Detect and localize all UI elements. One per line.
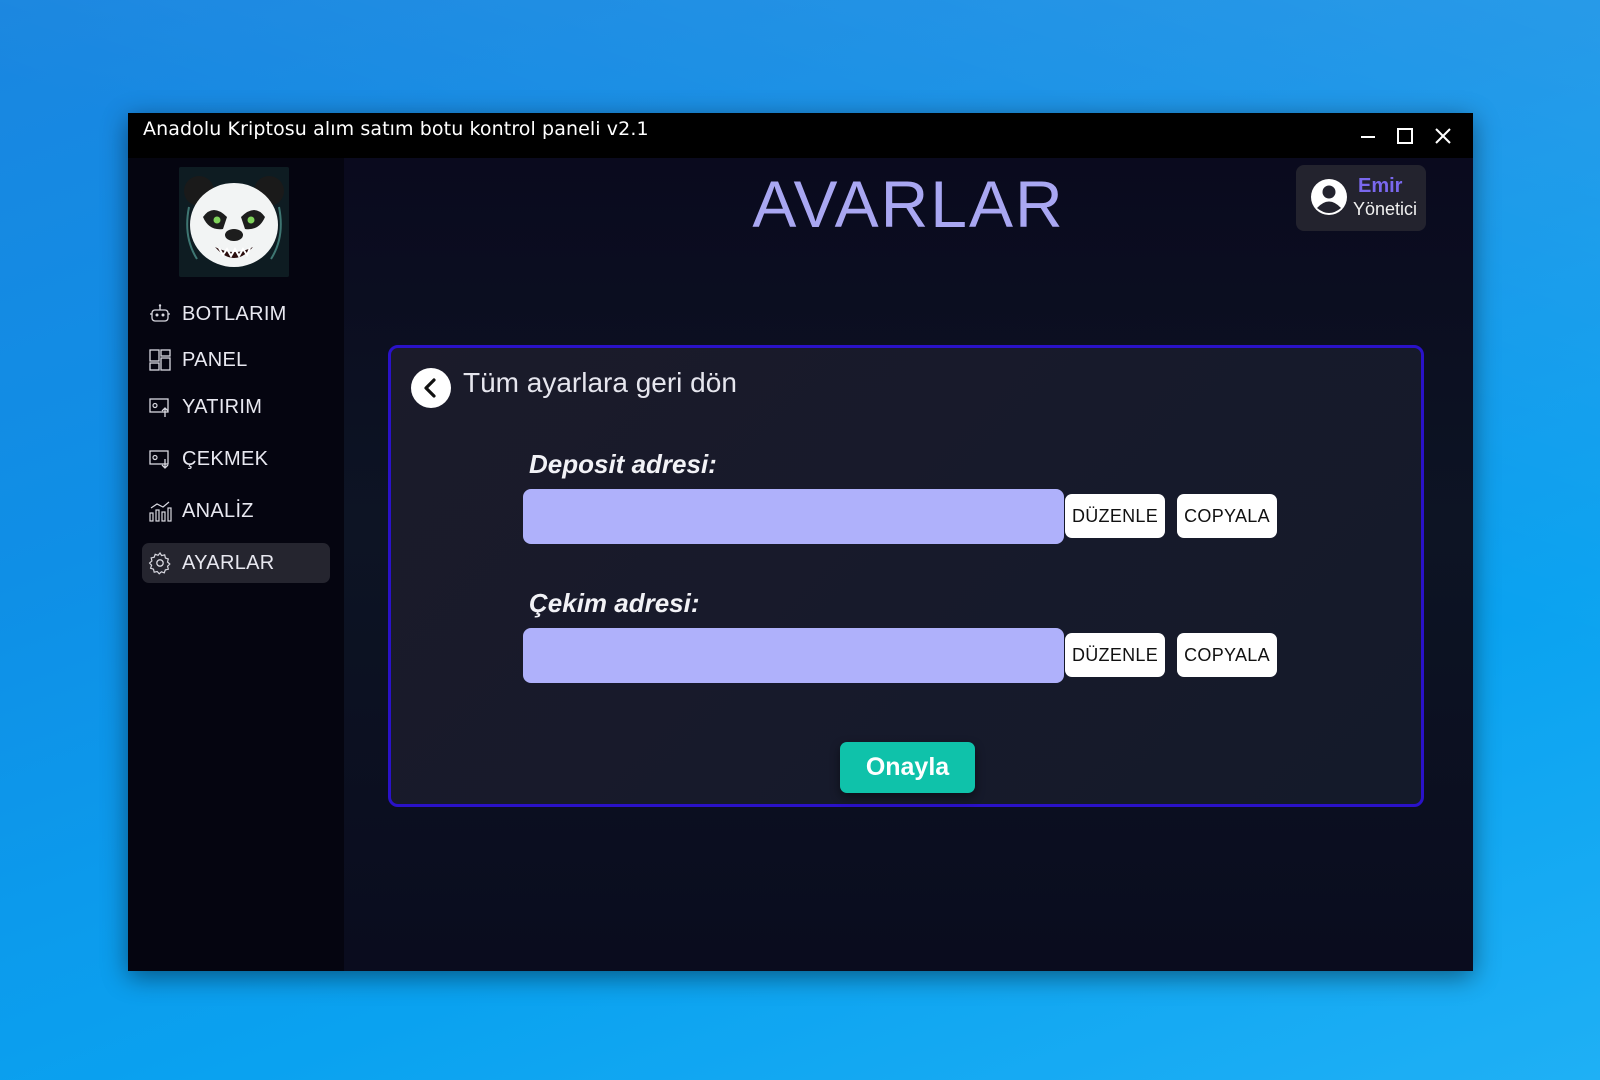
user-profile[interactable]: Emir Yönetici xyxy=(1296,165,1426,231)
maximize-icon xyxy=(1397,128,1413,144)
sidebar-item-panel[interactable]: PANEL xyxy=(142,340,330,380)
analytics-icon xyxy=(148,499,172,523)
deposit-address-label: Deposit adresi: xyxy=(529,449,717,479)
minimize-button[interactable] xyxy=(1353,121,1383,151)
back-link[interactable]: Tüm ayarlara geri dön xyxy=(463,367,737,399)
address-settings-card: Tüm ayarlara geri dön Deposit adresi: DÜ… xyxy=(388,345,1424,807)
robot-icon xyxy=(148,302,172,326)
sidebar-item-analiz[interactable]: ANALİZ xyxy=(142,491,330,531)
withdraw-icon xyxy=(148,447,172,471)
withdraw-edit-button[interactable]: DÜZENLE xyxy=(1065,633,1165,677)
deposit-address-input[interactable] xyxy=(523,489,1064,544)
sidebar-item-botlarim[interactable]: BOTLARIM xyxy=(142,294,330,334)
main-content: AVARLAR Emir Yönetici Tüm ayarlara geri … xyxy=(344,158,1473,971)
back-button[interactable] xyxy=(411,368,451,408)
sidebar-item-cekmek[interactable]: ÇEKMEK xyxy=(142,439,330,479)
title-bar: Anadolu Kriptosu alım satım botu kontrol… xyxy=(128,113,1473,158)
close-button[interactable] xyxy=(1428,121,1458,151)
sidebar-item-label: BOTLARIM xyxy=(182,303,287,325)
user-name: Emir xyxy=(1358,175,1403,197)
user-avatar-icon xyxy=(1310,178,1348,216)
sidebar-item-label: ANALİZ xyxy=(182,500,254,522)
dashboard-icon xyxy=(148,348,172,372)
window-title: Anadolu Kriptosu alım satım botu kontrol… xyxy=(143,118,649,140)
panda-logo xyxy=(179,167,289,277)
deposit-edit-button[interactable]: DÜZENLE xyxy=(1065,494,1165,538)
sidebar-item-label: AYARLAR xyxy=(182,552,275,574)
close-icon xyxy=(1435,128,1451,144)
confirm-button[interactable]: Onayla xyxy=(840,742,975,793)
sidebar-item-ayarlar[interactable]: AYARLAR xyxy=(142,543,330,583)
deposit-icon xyxy=(148,395,172,419)
maximize-button[interactable] xyxy=(1390,121,1420,151)
withdraw-copy-button[interactable]: COPYALA xyxy=(1177,633,1277,677)
user-role: Yönetici xyxy=(1353,199,1418,219)
sidebar-item-label: ÇEKMEK xyxy=(182,448,269,470)
sidebar-item-label: YATIRIM xyxy=(182,396,263,418)
minimize-icon xyxy=(1361,136,1375,138)
gear-icon xyxy=(148,551,172,575)
deposit-copy-button[interactable]: COPYALA xyxy=(1177,494,1277,538)
app-window: Anadolu Kriptosu alım satım botu kontrol… xyxy=(128,113,1473,971)
sidebar-item-yatirim[interactable]: YATIRIM xyxy=(142,387,330,427)
withdraw-address-input[interactable] xyxy=(523,628,1064,683)
sidebar-item-label: PANEL xyxy=(182,349,248,371)
chevron-left-icon xyxy=(424,378,436,398)
sidebar: BOTLARIM PANEL YATIRIM ÇEKMEK ANALİZ AYA… xyxy=(128,158,344,971)
withdraw-address-label: Çekim adresi: xyxy=(529,588,700,618)
